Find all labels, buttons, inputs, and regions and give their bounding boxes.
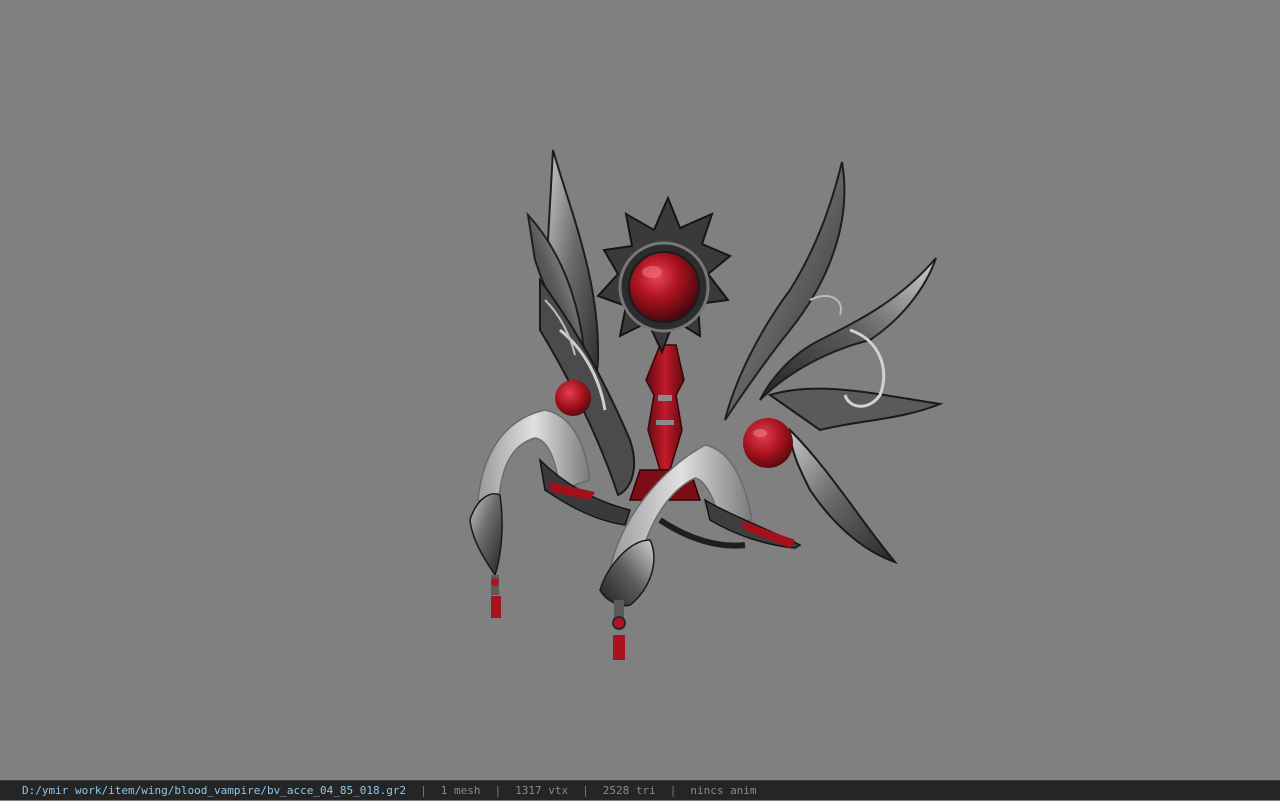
mesh-count: 1 mesh <box>440 783 481 797</box>
triangle-count: 2528 tri <box>602 783 656 797</box>
file-path: D:/ymir work/item/wing/blood_vampire/bv_… <box>22 783 407 797</box>
separator: | <box>669 783 677 797</box>
separator: | <box>494 783 502 797</box>
wing-ornament-model <box>469 149 944 660</box>
vertex-count: 1317 vtx <box>515 783 569 797</box>
separator: | <box>582 783 589 797</box>
anim-status: nincs anim <box>690 783 757 797</box>
separator: | <box>420 783 427 797</box>
status-bar: D:/ymir work/item/wing/blood_vampire/bv_… <box>0 780 1280 800</box>
3d-viewport[interactable] <box>0 0 1280 780</box>
right-wing <box>724 161 944 565</box>
spiked-sun-disc <box>596 195 732 355</box>
